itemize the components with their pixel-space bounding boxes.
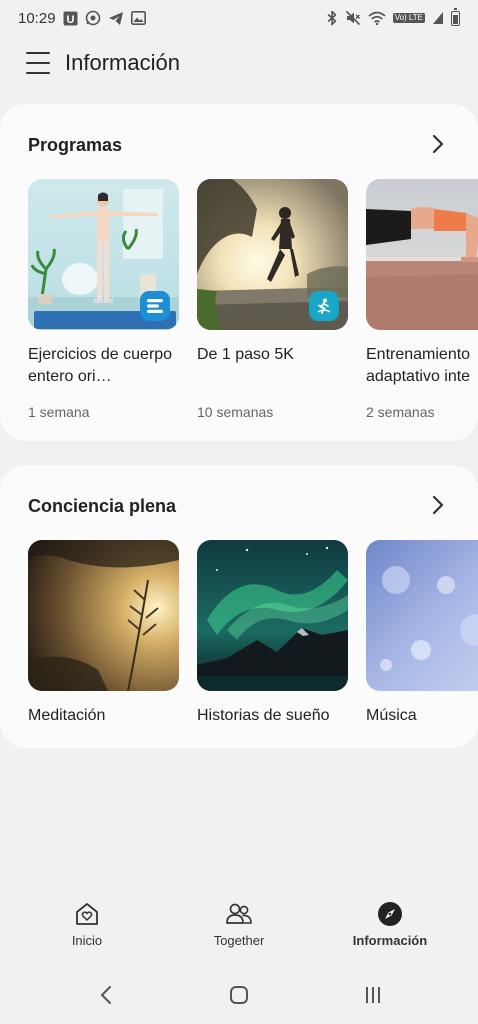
mute-icon <box>345 10 361 26</box>
nav-label: Together <box>213 933 265 948</box>
mindfulness-tile-sleep-stories[interactable]: Historias de sueño <box>197 540 348 748</box>
whatsapp-icon <box>85 10 101 26</box>
program-duration: 1 semana <box>28 404 90 420</box>
programs-carousel[interactable]: Ejercicios de cuerpo entero ori… 1 seman… <box>28 179 478 420</box>
status-bar: 10:29 U Vo) LTE <box>0 0 478 36</box>
app-bar: Información <box>0 40 478 88</box>
home-icon[interactable] <box>219 983 259 1007</box>
nav-label: Inicio <box>71 933 103 948</box>
people-icon <box>225 900 253 928</box>
back-icon[interactable] <box>86 983 126 1007</box>
hamburger-menu-icon[interactable] <box>26 52 50 74</box>
compass-icon <box>376 900 404 928</box>
nav-item-inicio[interactable]: Inicio <box>27 900 147 948</box>
svg-text:U: U <box>66 14 74 26</box>
program-thumbnail-adaptive <box>366 179 478 330</box>
mindfulness-title: Historias de sueño <box>197 707 330 724</box>
mindfulness-tile-music[interactable]: Música <box>366 540 478 748</box>
nav-item-informacion[interactable]: Información <box>330 900 450 948</box>
program-tile-5k[interactable]: De 1 paso 5K 10 semanas <box>197 179 348 420</box>
mindfulness-tile-meditation[interactable]: Meditación <box>28 540 179 748</box>
home-heart-icon <box>73 900 101 928</box>
battery-icon <box>451 7 460 26</box>
recents-icon[interactable] <box>353 983 393 1007</box>
list-badge-icon <box>140 291 170 321</box>
program-thumbnail-5k <box>197 179 348 330</box>
meditation-thumbnail <box>28 540 179 691</box>
volte-icon: Vo) LTE <box>392 13 425 23</box>
bluetooth-icon <box>326 10 338 26</box>
system-navigation-bar <box>0 975 478 1015</box>
wifi-icon <box>368 11 386 25</box>
mindfulness-title: Música <box>366 707 417 724</box>
mindfulness-section: Conciencia plena Meditación Historias de… <box>0 465 478 748</box>
program-tile-full-body[interactable]: Ejercicios de cuerpo entero ori… 1 seman… <box>28 179 179 420</box>
mindfulness-title: Meditación <box>28 707 106 724</box>
status-time: 10:29 <box>18 9 56 27</box>
runner-badge-icon <box>309 291 339 321</box>
nav-label: Información <box>352 933 428 948</box>
chevron-right-icon[interactable] <box>431 495 445 515</box>
page-title: Información <box>65 50 180 75</box>
program-title: De 1 paso 5K <box>197 346 294 363</box>
status-right: Vo) LTE <box>326 7 460 26</box>
gallery-icon <box>130 11 146 25</box>
mindfulness-carousel[interactable]: Meditación Historias de sueño Música <box>28 540 478 748</box>
section-title-mindfulness: Conciencia plena <box>28 496 177 516</box>
u-app-icon: U <box>63 11 78 26</box>
program-tile-adaptive[interactable]: Entrenamiento adaptativo inte 2 semanas <box>366 179 478 420</box>
telegram-icon <box>108 11 124 26</box>
programs-section: Programas Ejercicios de cuerpo entero or… <box>0 104 478 441</box>
chevron-right-icon[interactable] <box>431 134 445 154</box>
nav-item-together[interactable]: Together <box>179 900 299 948</box>
status-left: 10:29 U <box>18 10 146 27</box>
sleep-stories-thumbnail <box>197 540 348 691</box>
program-title: Entrenamiento adaptativo inte <box>366 346 471 385</box>
signal-icon <box>432 11 444 25</box>
music-thumbnail <box>366 540 478 691</box>
bottom-navigation: Inicio Together Información <box>0 900 478 964</box>
program-title: Ejercicios de cuerpo entero ori… <box>28 346 173 385</box>
program-duration: 10 semanas <box>197 404 274 420</box>
section-title-programs: Programas <box>28 135 123 155</box>
program-thumbnail-full-body <box>28 179 179 330</box>
program-duration: 2 semanas <box>366 404 435 420</box>
